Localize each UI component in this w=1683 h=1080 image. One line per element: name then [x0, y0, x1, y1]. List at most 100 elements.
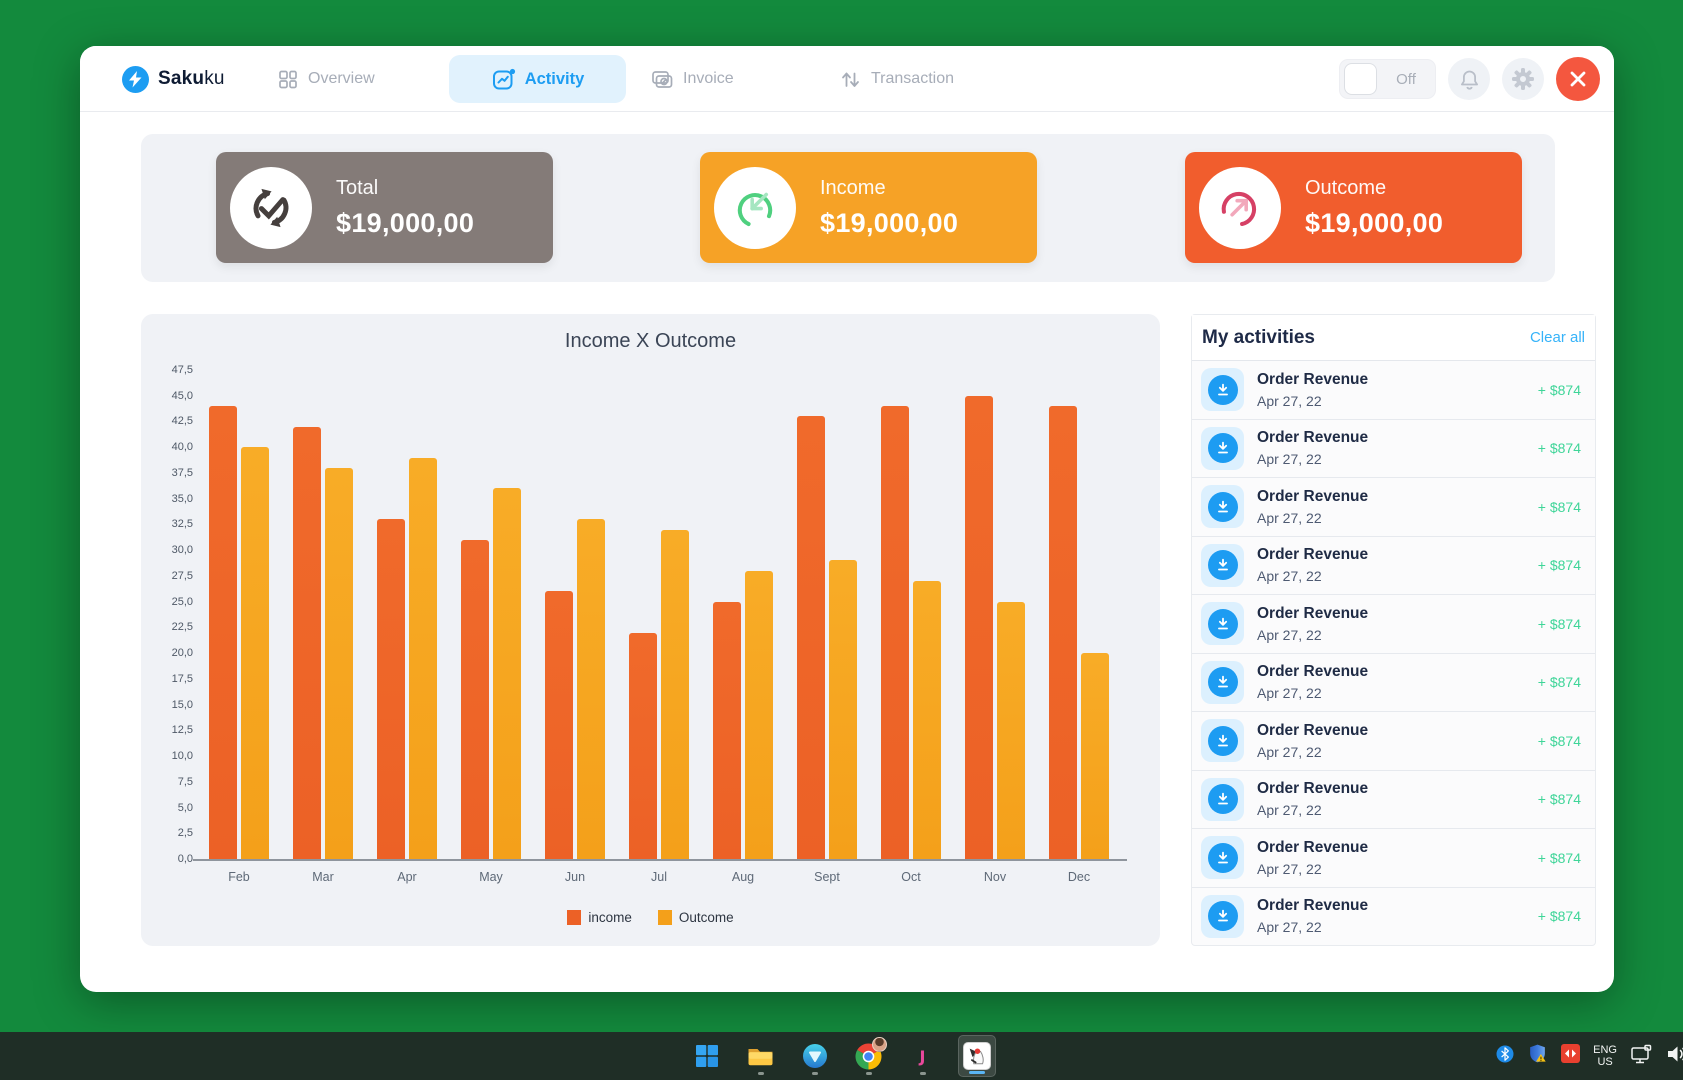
off-toggle[interactable]: Off — [1339, 59, 1436, 99]
java-app-button-active[interactable] — [957, 1035, 996, 1077]
windows-taskbar: J ENG US — [0, 1032, 1683, 1080]
x-tick-label: Jun — [564, 870, 586, 884]
y-tick-label: 37,5 — [171, 466, 193, 479]
card-amount: $19,000,00 — [336, 207, 475, 238]
x-axis-line — [193, 859, 1127, 861]
language-indicator[interactable]: ENG US — [1593, 1044, 1617, 1068]
activity-list-item[interactable]: Order Revenue Apr 27, 22 + $874 — [1192, 537, 1595, 595]
activities-panel: My activities Clear all Order Revenue Ap… — [1191, 314, 1596, 946]
security-shield-icon[interactable] — [1527, 1043, 1548, 1069]
navbar-controls: Off — [1339, 46, 1600, 112]
activity-amount: + $874 — [1537, 732, 1581, 749]
card-amount: $19,000,00 — [820, 207, 959, 238]
j-app-button[interactable]: J — [904, 1035, 942, 1077]
y-tick-label: 0,0 — [177, 853, 193, 865]
download-icon — [1207, 374, 1238, 405]
activity-list-item[interactable]: Order Revenue Apr 27, 22 + $874 — [1192, 420, 1595, 478]
clear-all-link[interactable]: Clear all — [1530, 329, 1585, 346]
legend-label: Outcome — [678, 910, 734, 925]
bar-group-jul — [617, 370, 701, 859]
y-tick-label: 40,0 — [171, 441, 193, 454]
activity-list-item[interactable]: Order Revenue Apr 27, 22 + $874 — [1192, 771, 1595, 829]
bluetooth-icon[interactable] — [1496, 1045, 1514, 1068]
notifications-button[interactable] — [1448, 58, 1490, 100]
card-title: Outcome — [1305, 176, 1387, 199]
outcome-bar — [577, 519, 605, 859]
income-bar — [293, 426, 321, 859]
x-tick-label: Jul — [651, 870, 667, 884]
y-tick-label: 22,5 — [171, 621, 193, 634]
activity-amount: + $874 — [1537, 615, 1581, 632]
y-tick-label: 32,5 — [171, 518, 193, 531]
close-window-button[interactable] — [1556, 57, 1600, 101]
activity-date: Apr 27, 22 — [1257, 860, 1322, 877]
outcome-bar — [493, 488, 521, 859]
taskbar-pinned-apps: J — [0, 1032, 1683, 1080]
tab-invoice[interactable]: Invoice — [650, 46, 734, 112]
file-explorer-button[interactable] — [742, 1035, 780, 1077]
activity-date: Apr 27, 22 — [1257, 743, 1322, 760]
legend-label: income — [588, 910, 632, 925]
activity-amount: + $874 — [1537, 908, 1581, 925]
income-outcome-chart: Income X Outcome 0,0 2,5 5,0 7,5 10,0 12,5 15,… — [141, 314, 1160, 946]
legend-swatch — [657, 910, 672, 925]
x-tick-label: Sept — [814, 870, 840, 884]
y-tick-label: 45,0 — [171, 389, 193, 402]
triangle-browser-icon — [802, 1044, 827, 1068]
bell-icon — [1460, 70, 1478, 90]
desktop-background: Sakuku Overview Activity Invoice Transac… — [0, 0, 1683, 1080]
bar-group-jun — [533, 370, 617, 859]
y-tick-label: 15,0 — [171, 698, 193, 711]
outcome-bar — [913, 581, 941, 859]
income-bar — [713, 601, 741, 859]
system-tray: ENG US — [1496, 1032, 1683, 1080]
activities-list: Order Revenue Apr 27, 22 + $874 Order Re… — [1192, 361, 1595, 945]
income-bar — [209, 406, 237, 859]
red-app-tray-icon[interactable] — [1561, 1044, 1581, 1068]
tab-transaction[interactable]: Transaction — [838, 46, 954, 112]
card-title: Income — [820, 176, 886, 199]
activity-list-item[interactable]: Order Revenue Apr 27, 22 + $874 — [1192, 712, 1595, 771]
chrome-button[interactable] — [850, 1035, 888, 1077]
download-icon-container — [1201, 836, 1244, 880]
tab-overview[interactable]: Overview — [277, 46, 375, 112]
settings-button[interactable] — [1502, 58, 1544, 100]
download-icon-container — [1201, 777, 1244, 821]
start-button[interactable] — [688, 1035, 726, 1077]
triangle-browser-button[interactable] — [796, 1035, 834, 1077]
activity-title: Order Revenue — [1257, 546, 1369, 564]
activity-date: Apr 27, 22 — [1257, 626, 1322, 643]
activity-amount: + $874 — [1537, 557, 1581, 574]
activities-header: My activities Clear all — [1192, 315, 1595, 361]
display-icon[interactable] — [1630, 1043, 1653, 1070]
activities-title: My activities — [1202, 326, 1315, 348]
activity-date: Apr 27, 22 — [1257, 392, 1322, 409]
download-icon-container — [1201, 719, 1244, 763]
total-card: Total $19,000,00 — [216, 152, 553, 263]
activity-title: Order Revenue — [1257, 780, 1369, 798]
activity-title: Order Revenue — [1257, 370, 1369, 388]
folder-icon — [748, 1049, 773, 1066]
activity-title: Order Revenue — [1257, 487, 1369, 505]
y-tick-label: 2,5 — [177, 827, 193, 840]
activity-amount: + $874 — [1537, 674, 1581, 691]
bar-group-oct — [869, 370, 953, 859]
activity-list-item[interactable]: Order Revenue Apr 27, 22 + $874 — [1192, 654, 1595, 712]
gear-icon — [1512, 68, 1534, 90]
chart-legend: income Outcome — [141, 910, 1160, 925]
download-icon — [1207, 608, 1238, 639]
toggle-knob[interactable] — [1344, 63, 1377, 95]
speaker-icon[interactable] — [1666, 1044, 1683, 1069]
activity-list-item[interactable]: Order Revenue Apr 27, 22 + $874 — [1192, 478, 1595, 537]
x-axis-labels: Feb Mar Apr May Jun Jul Aug Sept Oct Nov Dec — [197, 870, 1121, 884]
activity-list-item[interactable]: Order Revenue Apr 27, 22 + $874 — [1192, 829, 1595, 888]
running-indicator — [919, 1072, 926, 1075]
activity-list-item[interactable]: Order Revenue Apr 27, 22 + $874 — [1192, 595, 1595, 654]
outcome-bar — [997, 601, 1025, 859]
income-bar — [461, 539, 489, 859]
activity-list-item[interactable]: Order Revenue Apr 27, 22 + $874 — [1192, 361, 1595, 420]
tab-activity[interactable]: Activity — [449, 55, 626, 103]
outcome-bar — [325, 467, 353, 859]
activity-list-item[interactable]: Order Revenue Apr 27, 22 + $874 — [1192, 888, 1595, 946]
income-card: Income $19,000,00 — [700, 152, 1037, 263]
